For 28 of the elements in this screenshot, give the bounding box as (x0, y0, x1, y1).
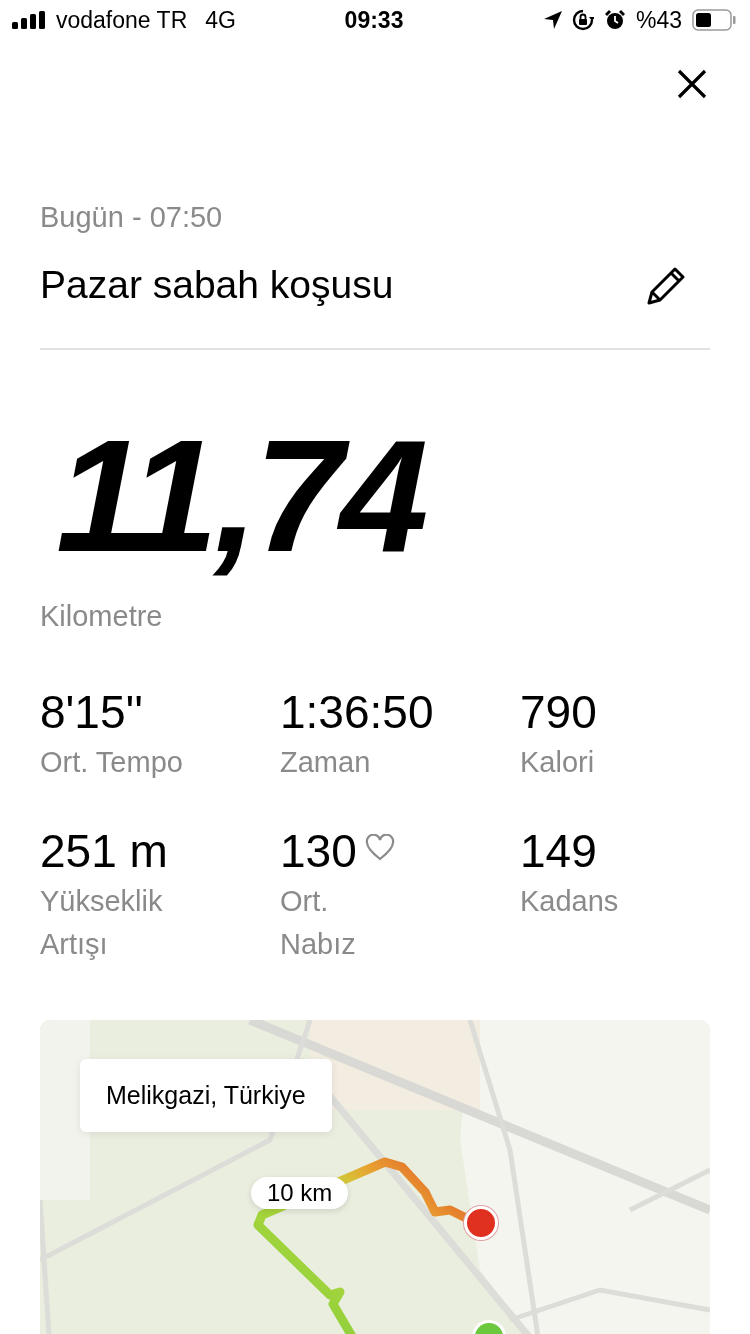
distance-marker: 10 km (251, 1177, 349, 1209)
rotation-lock-icon (571, 9, 594, 31)
distance-value: 11,74 (55, 406, 427, 586)
location-label: Melikgazi, Türkiye (80, 1059, 332, 1132)
stat-value: 790 (520, 685, 597, 739)
stat-label: Zaman (280, 745, 371, 780)
alarm-icon (603, 9, 626, 31)
signal-icon (12, 11, 48, 29)
stat-label: Ort. Tempo (40, 745, 183, 780)
battery-percentage: %43 (635, 6, 682, 34)
stat-label: Kalori (520, 745, 595, 780)
distance-unit: Kilometre (40, 600, 163, 633)
location-arrow-icon (543, 11, 562, 29)
battery-icon (692, 9, 736, 31)
stat-value: 8'15'' (40, 685, 144, 739)
stat-value: 1:36:50 (280, 685, 434, 739)
clock-time: 09:33 (344, 6, 404, 34)
stat-label: Ort. Nabız (280, 884, 356, 962)
heart-icon (364, 834, 395, 861)
network-type: 4G (205, 6, 236, 34)
stat-label: Kadans (520, 884, 619, 919)
activity-date: Bugün - 07:50 (40, 200, 223, 234)
stat-value: 251 m (40, 824, 168, 878)
carrier-name: vodafone TR (56, 6, 188, 34)
stat-value: 149 (520, 824, 597, 878)
activity-title: Pazar sabah koşusu (40, 262, 394, 308)
stat-value: 130 (280, 824, 357, 878)
stat-label: Yükseklik Artışı (40, 884, 163, 962)
